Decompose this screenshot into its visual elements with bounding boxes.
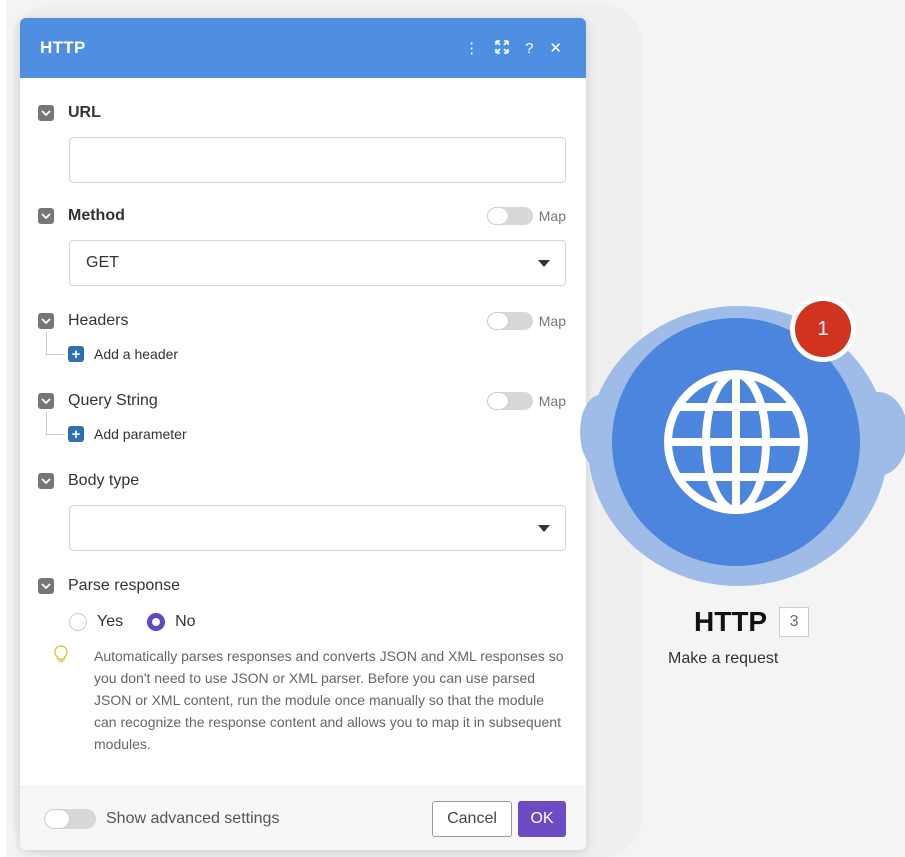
radio-yes[interactable]: [69, 613, 87, 631]
map-label: Map: [538, 208, 566, 224]
query-map-toggle[interactable]: Map: [486, 392, 566, 410]
tree-connector: [46, 332, 65, 355]
method-select[interactable]: GET: [69, 240, 566, 286]
badge-count: 1: [795, 301, 851, 357]
parse-response-hint: Automatically parses responses and conve…: [54, 645, 566, 755]
more-icon[interactable]: ⋮: [464, 41, 479, 56]
map-label: Map: [538, 393, 566, 409]
module-subtitle: Make a request: [668, 650, 779, 667]
body-type-label: Body type: [68, 472, 140, 489]
module-id: 3: [779, 607, 810, 637]
canvas-edge: [0, 0, 6, 857]
module-settings-panel: HTTP ⋮ ? ✕ URL Method Map GET Headers Ma…: [20, 18, 586, 850]
dropdown-caret-icon: [538, 260, 550, 267]
body-type-field: Body type: [38, 470, 566, 551]
ok-button[interactable]: OK: [518, 800, 566, 837]
query-string-field: Query String Map + Add parameter: [38, 390, 566, 444]
collapse-chevron-icon[interactable]: [38, 105, 54, 121]
add-header-label: Add a header: [94, 346, 179, 362]
cancel-button[interactable]: Cancel: [432, 800, 512, 837]
method-map-toggle[interactable]: Map: [486, 207, 566, 225]
map-toggle-switch[interactable]: [486, 312, 533, 330]
plus-icon: +: [68, 346, 84, 362]
help-icon[interactable]: ?: [525, 41, 533, 56]
parse-response-label: Parse response: [68, 577, 181, 594]
collapse-chevron-icon[interactable]: [38, 393, 54, 409]
module-name: HTTP: [694, 606, 768, 637]
collapse-chevron-icon[interactable]: [38, 473, 54, 489]
parse-response-radio-group: Yes No: [69, 613, 566, 631]
query-string-label: Query String: [68, 392, 158, 409]
advanced-settings-toggle[interactable]: [44, 808, 96, 829]
map-toggle-switch[interactable]: [486, 207, 533, 225]
url-input[interactable]: [69, 137, 566, 183]
collapse-chevron-icon[interactable]: [38, 313, 54, 329]
url-label: URL: [68, 104, 101, 121]
operations-badge: 1: [790, 296, 856, 362]
advanced-settings-label[interactable]: Show advanced settings: [106, 810, 432, 828]
method-value: GET: [86, 254, 119, 271]
dropdown-caret-icon: [538, 525, 550, 532]
plus-icon: +: [68, 426, 84, 442]
map-toggle-switch[interactable]: [486, 392, 533, 410]
panel-header: HTTP ⋮ ? ✕: [20, 18, 586, 78]
add-parameter-button[interactable]: + Add parameter: [38, 412, 566, 444]
hint-text: Automatically parses responses and conve…: [94, 648, 564, 752]
panel-title: HTTP: [40, 38, 86, 57]
module-title-row: HTTP 3: [694, 606, 810, 638]
globe-icon: [664, 370, 808, 514]
panel-footer: Show advanced settings Cancel OK: [20, 786, 586, 850]
expand-icon[interactable]: [495, 39, 509, 57]
body-type-select[interactable]: [69, 505, 566, 551]
radio-no-label[interactable]: No: [175, 613, 195, 631]
headers-map-toggle[interactable]: Map: [486, 312, 566, 330]
url-field: URL: [38, 102, 566, 183]
collapse-chevron-icon[interactable]: [38, 208, 54, 224]
method-label: Method: [68, 207, 125, 224]
headers-label: Headers: [68, 312, 129, 329]
lightbulb-icon: [54, 645, 78, 755]
close-icon[interactable]: ✕: [549, 41, 562, 56]
map-label: Map: [538, 313, 566, 329]
tree-connector: [46, 412, 65, 435]
radio-yes-label[interactable]: Yes: [97, 613, 123, 631]
add-header-button[interactable]: + Add a header: [38, 332, 566, 364]
headers-field: Headers Map + Add a header: [38, 310, 566, 364]
add-parameter-label: Add parameter: [94, 426, 187, 442]
parse-response-field: Parse response Yes No Automatically pars…: [38, 575, 566, 755]
method-field: Method Map GET: [38, 205, 566, 286]
collapse-chevron-icon[interactable]: [38, 578, 54, 594]
radio-no[interactable]: [147, 613, 166, 631]
